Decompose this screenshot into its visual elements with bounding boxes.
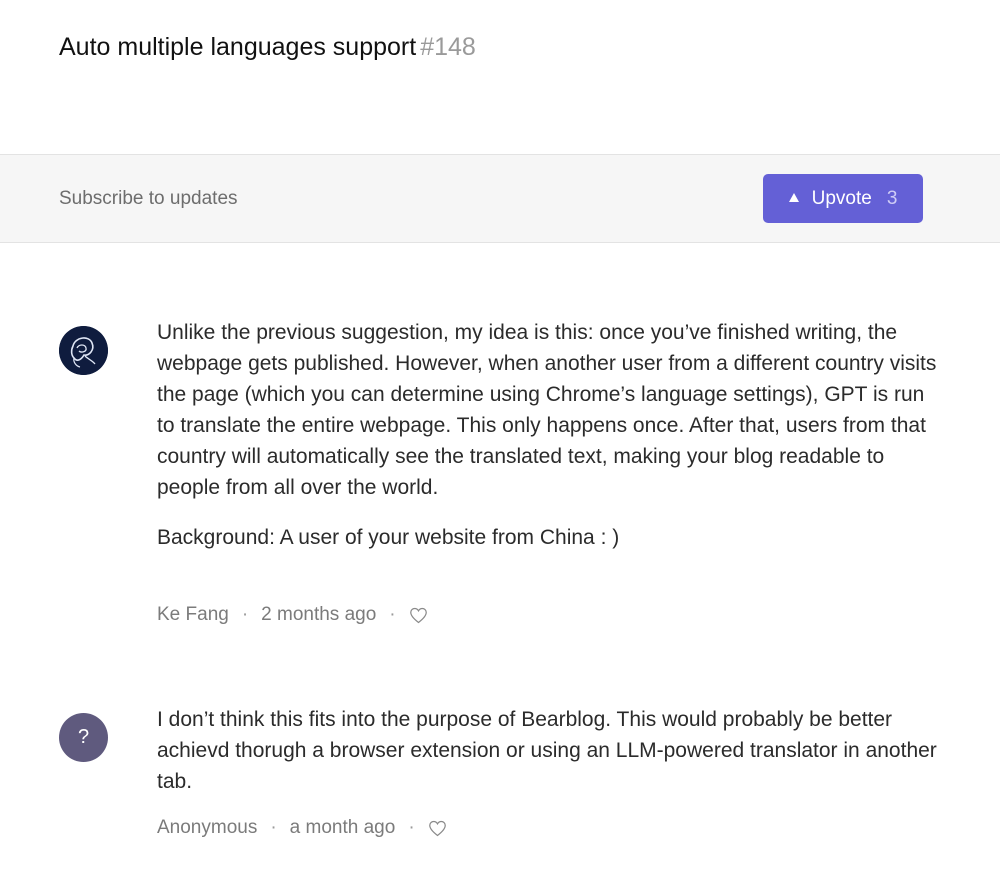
comment-time: 2 months ago (261, 604, 377, 625)
upvote-button[interactable]: Upvote 3 (763, 174, 923, 223)
comment-time: a month ago (289, 817, 396, 838)
upvote-label: Upvote (811, 187, 872, 209)
meta-separator: · (270, 817, 277, 838)
comment-meta: Anonymous · a month ago · (157, 817, 447, 839)
post-number: #148 (420, 33, 476, 61)
post-title-text: Auto multiple languages support (59, 33, 417, 61)
comment-paragraph: Background: A user of your website from … (157, 526, 620, 549)
subscribe-link[interactable]: Subscribe to updates (59, 188, 238, 210)
comment-paragraph: Unlike the previous suggestion, my idea … (157, 321, 937, 499)
post-title: Auto multiple languages support #148 (59, 30, 476, 64)
upvote-arrow-icon (788, 193, 799, 202)
heart-icon[interactable] (409, 607, 428, 624)
heart-icon[interactable] (428, 820, 447, 837)
meta-separator: · (408, 817, 415, 838)
comment-meta: Ke Fang · 2 months ago · (157, 604, 428, 626)
comment-author: Ke Fang (157, 604, 229, 625)
comment-body: I don’t think this fits into the purpose… (157, 704, 937, 816)
meta-separator: · (241, 604, 249, 625)
avatar-photo-icon (59, 326, 108, 375)
action-bar: Subscribe to updates Upvote 3 (0, 154, 1000, 243)
comment-paragraph: I don’t think this fits into the purpose… (157, 708, 937, 793)
upvote-count: 3 (886, 187, 898, 209)
post-header: Auto multiple languages support #148 (59, 30, 476, 64)
avatar: ? (59, 713, 108, 762)
avatar (59, 326, 108, 375)
comment-author: Anonymous (157, 817, 258, 838)
comment-body: Unlike the previous suggestion, my idea … (157, 317, 937, 572)
meta-separator: · (389, 604, 396, 625)
